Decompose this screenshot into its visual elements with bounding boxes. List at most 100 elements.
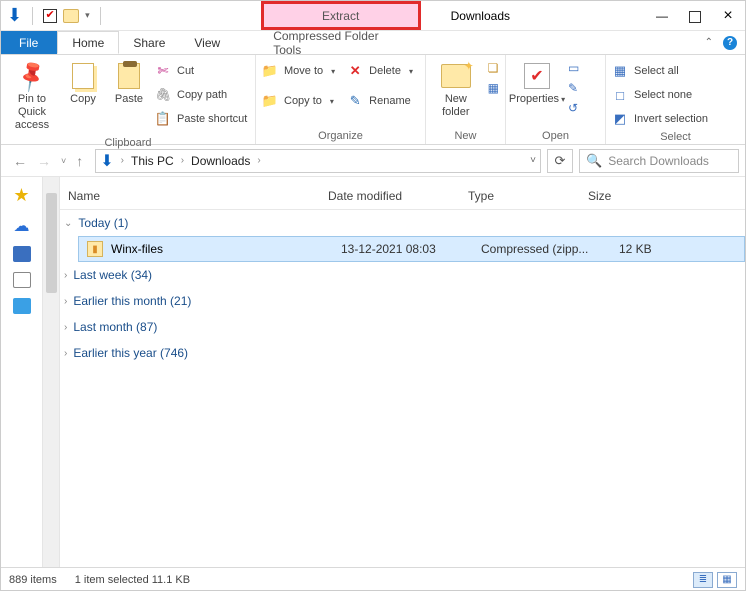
sidebar-this-pc-icon[interactable] <box>13 246 31 262</box>
quick-access-toolbar: ⬇ ✔ ▾ <box>1 5 111 26</box>
copy-button[interactable]: Copy <box>63 59 103 108</box>
status-selection: 1 item selected 11.1 KB <box>75 574 190 586</box>
tab-compressed-tools[interactable]: Compressed Folder Tools <box>259 31 419 54</box>
help-icon[interactable]: ? <box>723 36 737 50</box>
move-to-button[interactable]: 📁 Move to▾ <box>262 61 335 81</box>
contextual-tab-extract[interactable]: Extract <box>261 1 421 30</box>
paste-icon <box>118 63 140 89</box>
chevron-right-icon: › <box>64 296 67 307</box>
group-label-clipboard: Clipboard <box>7 135 249 149</box>
nav-forward-button[interactable]: → <box>37 153 51 169</box>
edit-icon[interactable]: ✎ <box>568 81 579 95</box>
zip-file-icon: ▮ <box>87 241 103 257</box>
nav-sidebar: ★ ☁ <box>1 177 43 567</box>
open-icon[interactable]: ▭ <box>568 61 579 75</box>
nav-history-dropdown[interactable]: ˅ <box>61 156 66 166</box>
sidebar-scrollbar[interactable] <box>43 177 60 567</box>
nav-back-button[interactable]: ← <box>13 153 27 169</box>
easy-access-icon[interactable]: ▦ <box>488 81 499 95</box>
maximize-button[interactable] <box>689 11 701 23</box>
column-header-name[interactable]: Name <box>68 189 328 203</box>
group-label-open: Open <box>512 128 599 142</box>
column-header-date[interactable]: Date modified <box>328 189 468 203</box>
select-none-button[interactable]: □ Select none <box>612 85 708 105</box>
group-label-organize: Organize <box>262 128 419 142</box>
search-icon: 🔍 <box>586 153 602 169</box>
copy-path-button[interactable]: 🖇 Copy path <box>155 85 247 105</box>
breadcrumb-downloads[interactable]: Downloads <box>191 154 250 168</box>
group-label-select: Select <box>612 129 739 143</box>
paste-shortcut-icon: 📋 <box>155 111 171 127</box>
tab-view[interactable]: View <box>180 31 235 54</box>
cut-button[interactable]: ✄ Cut <box>155 61 247 81</box>
address-dropdown-icon[interactable]: ˅ <box>530 155 536 166</box>
tab-file[interactable]: File <box>1 31 57 54</box>
select-all-button[interactable]: ▦ Select all <box>612 61 708 81</box>
status-item-count: 889 items <box>9 574 57 586</box>
file-row-selected[interactable]: ▮ Winx-files 13-12-2021 08:03 Compressed… <box>78 236 745 262</box>
address-bar[interactable]: ⬇ › This PC › Downloads › ˅ <box>95 149 541 173</box>
qa-dropdown-icon[interactable]: ▾ <box>85 10 90 21</box>
breadcrumb-this-pc[interactable]: This PC <box>131 154 174 168</box>
pin-quick-access-button[interactable]: 📌 Pin to Quick access <box>7 59 57 135</box>
file-name: Winx-files <box>111 242 341 256</box>
close-button[interactable]: × <box>719 7 737 25</box>
group-last-month[interactable]: › Last month (87) <box>60 314 745 340</box>
move-to-icon: 📁 <box>262 63 278 79</box>
minimize-button[interactable]: — <box>653 9 671 23</box>
history-icon[interactable]: ↺ <box>568 101 579 115</box>
copy-path-icon: 🖇 <box>155 87 171 103</box>
select-all-icon: ▦ <box>612 63 628 79</box>
tab-home[interactable]: Home <box>57 31 119 54</box>
group-last-week[interactable]: › Last week (34) <box>60 262 745 288</box>
sidebar-drive-icon[interactable] <box>13 272 31 288</box>
new-folder-button[interactable]: New folder <box>432 59 480 121</box>
search-box[interactable]: 🔍 Search Downloads <box>579 149 739 173</box>
rename-button[interactable]: ✎ Rename <box>347 91 413 111</box>
nav-up-button[interactable]: ↑ <box>76 153 83 169</box>
copy-to-button[interactable]: 📁 Copy to▾ <box>262 91 335 111</box>
window-title: Downloads <box>451 9 510 23</box>
file-date: 13-12-2021 08:03 <box>341 242 481 256</box>
group-today[interactable]: ⌄ Today (1) <box>60 210 745 236</box>
rename-icon: ✎ <box>347 93 363 109</box>
chevron-down-icon: ⌄ <box>64 218 72 229</box>
file-size: 12 KB <box>601 242 736 256</box>
copy-icon <box>72 63 94 89</box>
sidebar-network-icon[interactable] <box>13 298 31 314</box>
sidebar-quick-access-icon[interactable]: ★ <box>13 185 29 206</box>
contextual-tab-label: Extract <box>322 9 359 23</box>
copy-to-icon: 📁 <box>262 93 278 109</box>
ribbon-collapse-icon[interactable]: ⌃ <box>705 37 713 48</box>
qa-checkbox[interactable]: ✔ <box>43 9 57 23</box>
paste-button[interactable]: Paste <box>109 59 149 108</box>
new-item-icon[interactable]: ❏ <box>488 61 499 75</box>
invert-selection-icon: ◩ <box>612 111 628 127</box>
refresh-button[interactable]: ⟳ <box>547 149 573 173</box>
properties-icon: ✔ <box>524 63 550 89</box>
file-type: Compressed (zipp... <box>481 242 601 256</box>
view-large-icons-button[interactable]: ▦ <box>717 572 737 588</box>
select-none-icon: □ <box>612 87 628 103</box>
group-earlier-year[interactable]: › Earlier this year (746) <box>60 340 745 366</box>
address-location-icon: ⬇ <box>100 151 113 171</box>
paste-shortcut-button[interactable]: 📋 Paste shortcut <box>155 109 247 129</box>
pin-icon: 📌 <box>11 55 53 97</box>
invert-selection-button[interactable]: ◩ Invert selection <box>612 109 708 129</box>
chevron-right-icon: › <box>64 322 67 333</box>
delete-button[interactable]: ✕ Delete▾ <box>347 61 413 81</box>
sidebar-onedrive-icon[interactable]: ☁ <box>14 216 30 236</box>
search-placeholder: Search Downloads <box>608 154 709 168</box>
properties-button[interactable]: ✔ Properties▾ <box>512 59 562 108</box>
group-earlier-month[interactable]: › Earlier this month (21) <box>60 288 745 314</box>
column-header-type[interactable]: Type <box>468 189 588 203</box>
view-details-button[interactable]: ≣ <box>693 572 713 588</box>
chevron-right-icon: › <box>64 270 67 281</box>
group-label-new: New <box>432 128 499 142</box>
app-icon: ⬇ <box>7 5 22 26</box>
tab-share[interactable]: Share <box>119 31 180 54</box>
column-header-size[interactable]: Size <box>588 189 737 203</box>
qa-folder-icon[interactable] <box>63 9 79 23</box>
delete-icon: ✕ <box>347 63 363 79</box>
new-folder-icon <box>441 64 471 88</box>
